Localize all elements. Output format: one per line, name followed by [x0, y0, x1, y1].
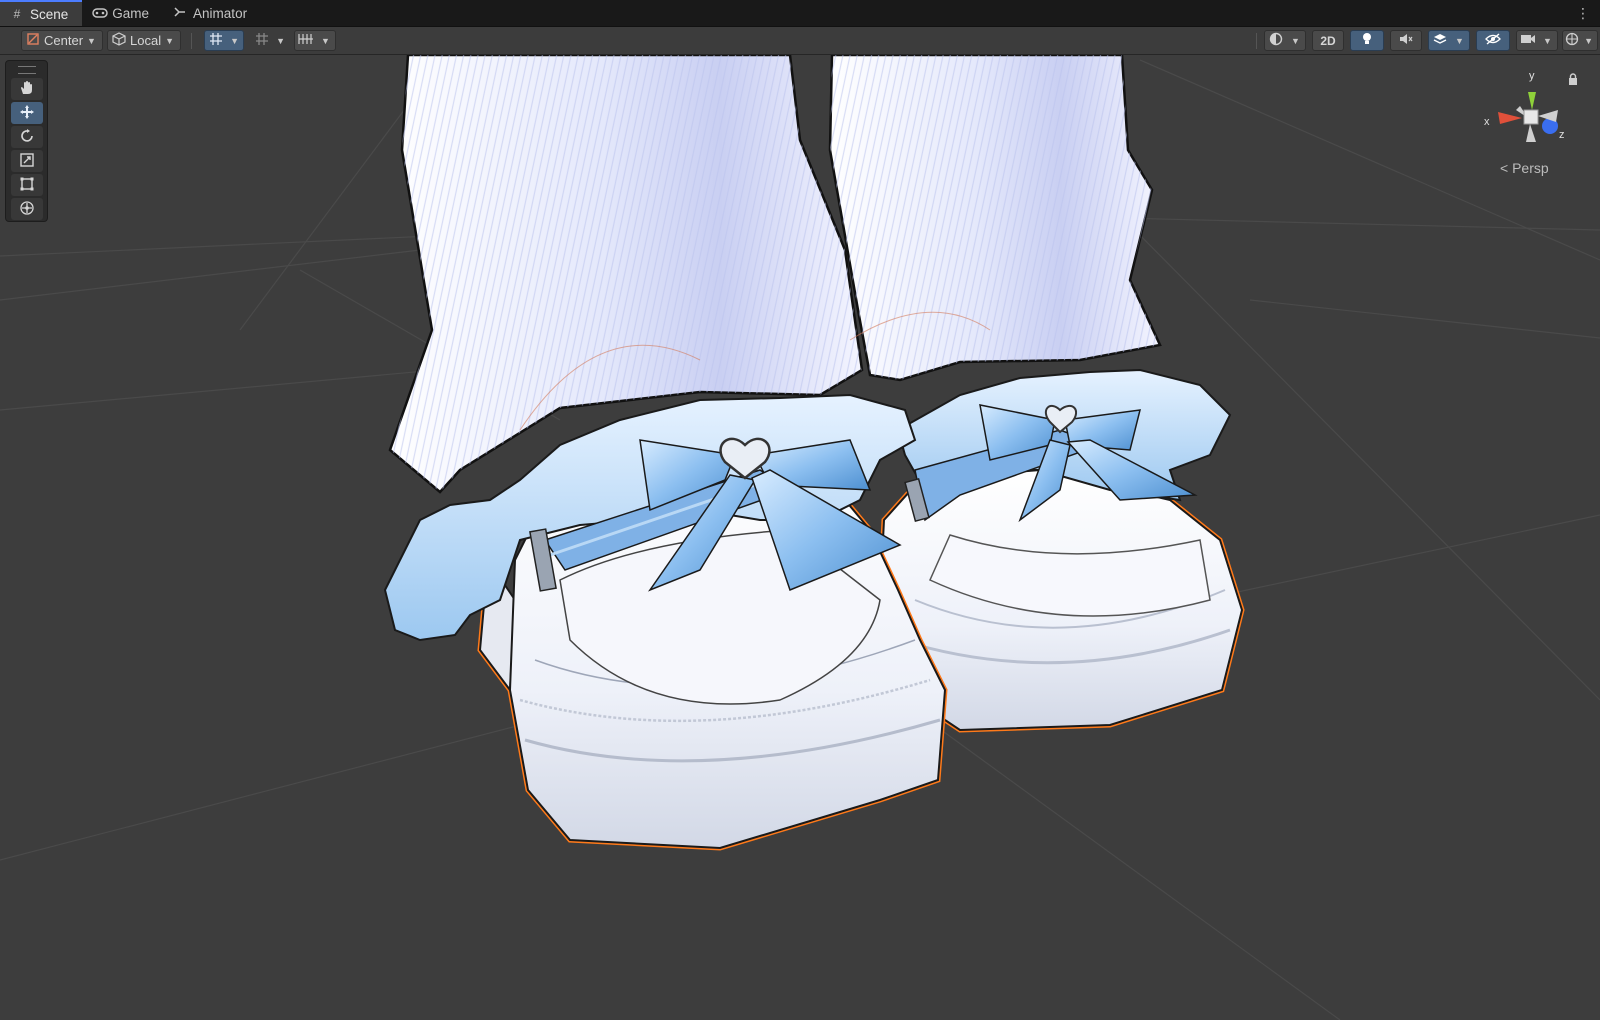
tab-game[interactable]: Game	[82, 1, 163, 26]
tab-game-label: Game	[112, 6, 150, 21]
pivot-mode-label: Center	[44, 33, 84, 48]
tab-animator-label: Animator	[193, 6, 248, 21]
increment-snap-icon	[251, 32, 272, 49]
grid-snap-icon	[205, 32, 226, 49]
gizmo-y-cone	[1528, 92, 1536, 110]
scene-visibility-toggle[interactable]	[1476, 30, 1510, 51]
grid-icon: #	[13, 7, 21, 21]
rect-tool-button[interactable]	[11, 174, 43, 196]
toolbar-divider	[191, 33, 192, 49]
perspective-icon: <	[1500, 160, 1509, 176]
hand-icon	[19, 80, 35, 99]
eye-hidden-icon	[1485, 33, 1501, 48]
lock-icon[interactable]	[1568, 73, 1578, 88]
scene-render	[0, 55, 1600, 1020]
gizmo-axis-y-label: y	[1529, 70, 1535, 82]
toggle-2d-button[interactable]: 2D	[1312, 30, 1344, 51]
scene-camera-dropdown[interactable]: ▼	[1516, 30, 1558, 51]
kebab-menu-icon[interactable]: ⋮	[1576, 5, 1590, 22]
move-tool-button[interactable]	[11, 102, 43, 124]
transform-tool-button[interactable]	[11, 198, 43, 220]
shading-mode-dropdown[interactable]: ▼	[1264, 30, 1306, 51]
chevron-down-icon: ▼	[276, 35, 285, 46]
chevron-down-icon: ▼	[87, 35, 96, 46]
toggle-2d-label: 2D	[1320, 33, 1336, 48]
palette-grip-handle[interactable]	[18, 66, 36, 74]
chevron-down-icon: ▼	[321, 35, 330, 46]
gizmo-x-cone	[1498, 112, 1522, 124]
move-arrows-icon	[19, 104, 35, 123]
chevron-down-icon: ▼	[1291, 35, 1300, 46]
gizmo-axis-x-label: x	[1484, 116, 1490, 128]
transform-tools-palette	[5, 60, 48, 222]
lighting-toggle[interactable]	[1350, 30, 1384, 51]
transform-all-icon	[19, 200, 35, 219]
tab-scene[interactable]: # Scene	[0, 0, 83, 26]
cube-icon	[108, 32, 130, 49]
projection-label: Persp	[1512, 160, 1549, 176]
increment-snapping-button[interactable]: ▼	[250, 30, 290, 51]
toolbar-divider	[1256, 33, 1257, 49]
chevron-down-icon: ▼	[230, 35, 239, 46]
audio-mute-icon	[1399, 33, 1413, 48]
projection-toggle[interactable]: < Persp	[1500, 160, 1549, 176]
chevron-down-icon: ▼	[1455, 35, 1464, 46]
chevron-down-icon: ▼	[1543, 35, 1552, 46]
gizmo-axis-z-label: z	[1559, 129, 1565, 141]
right-sock	[828, 55, 1162, 382]
gamepad-icon	[92, 7, 109, 21]
grid-visibility-icon	[295, 33, 317, 48]
effects-dropdown[interactable]: ▼	[1428, 30, 1470, 51]
grid-snapping-toggle[interactable]: ▼	[204, 30, 244, 51]
space-mode-dropdown[interactable]: Local ▼	[107, 30, 181, 51]
lightbulb-icon	[1361, 32, 1373, 49]
animator-icon	[173, 6, 187, 21]
rotate-tool-button[interactable]	[11, 126, 43, 148]
gizmos-icon	[1563, 32, 1580, 49]
gizmos-dropdown[interactable]: ▼	[1562, 30, 1598, 51]
chevron-down-icon: ▼	[1584, 35, 1593, 46]
pivot-mode-dropdown[interactable]: Center ▼	[21, 30, 103, 51]
pivot-icon	[22, 32, 44, 49]
scene-viewport[interactable]	[0, 55, 1600, 1020]
scale-icon	[19, 152, 35, 171]
chevron-down-icon: ▼	[165, 35, 174, 46]
shading-sphere-icon	[1265, 32, 1287, 49]
rotate-icon	[19, 128, 35, 147]
audio-toggle[interactable]	[1390, 30, 1422, 51]
scene-toolbar: Center ▼ Local ▼ ▼ ▼ ▼ ▼ 2D ▼ ▼ ▼	[0, 27, 1600, 55]
scale-tool-button[interactable]	[11, 150, 43, 172]
tab-scene-label: Scene	[30, 6, 69, 22]
editor-tab-bar: # Scene Game Animator ⋮	[0, 0, 1600, 27]
space-mode-label: Local	[130, 33, 162, 48]
tab-animator[interactable]: Animator	[163, 1, 261, 26]
grid-visibility-dropdown[interactable]: ▼	[294, 30, 336, 51]
camera-icon	[1517, 33, 1539, 48]
rect-transform-icon	[19, 176, 35, 195]
layers-effects-icon	[1429, 32, 1451, 49]
hand-tool-button[interactable]	[11, 78, 43, 100]
